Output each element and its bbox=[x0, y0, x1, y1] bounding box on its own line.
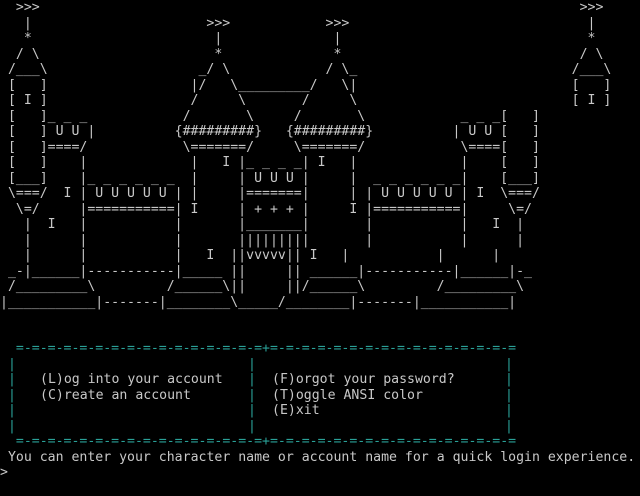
command-prompt[interactable]: > bbox=[0, 465, 640, 481]
menu-key-login: L bbox=[47, 372, 56, 387]
menu-row-1: | (L)og into your account | (F)orgot you… bbox=[0, 372, 640, 388]
art-line: | I | | |_______| | | I | bbox=[0, 217, 525, 232]
art-line: [___] |_ _ _ _ _ _ | | U U U | | _ _ _ _… bbox=[0, 170, 540, 186]
menu-key-forgot: F bbox=[279, 372, 288, 387]
terminal-screen: >>> >>> | >>> >>> | * | | * / \ * * / \ … bbox=[0, 0, 640, 493]
menu-center-border: | bbox=[248, 418, 256, 434]
login-hint-text: You can enter your character name or acc… bbox=[7, 449, 636, 465]
menu-right-border: | bbox=[505, 418, 513, 434]
menu-key-exit: E bbox=[279, 403, 288, 418]
menu-blank-row: | | | bbox=[0, 357, 640, 373]
art-line: [ ] |/ \_________/ \| [ ] bbox=[0, 77, 612, 93]
menu-right-border: | bbox=[505, 356, 513, 372]
menu-row-2: | (C)reate an account | (T)oggle ANSI co… bbox=[0, 388, 640, 404]
menu-key-create: C bbox=[47, 387, 56, 403]
menu-key-toggle: T bbox=[279, 387, 288, 403]
art-line: | | | I ||vvvvv|| I | | | bbox=[0, 248, 501, 263]
menu-left-border: | bbox=[8, 372, 16, 387]
menu-top-rule: =-=-=-=-=-=-=-=-=-=-=-=-=-=-=-=+=-=-=-=-… bbox=[0, 341, 640, 357]
menu-center-border: | bbox=[248, 356, 256, 372]
menu-right-border: | bbox=[505, 403, 513, 418]
menu-item-create-account[interactable]: (C)reate an account bbox=[40, 388, 191, 404]
art-line: [ ]_ _ _ / \ / \ _ _ _[ ] bbox=[0, 108, 540, 124]
login-hint: You can enter your character name or acc… bbox=[0, 450, 640, 466]
art-line: |___________|-------|________\_____/____… bbox=[0, 294, 517, 310]
menu-rule-text: =-=-=-=-=-=-=-=-=-=-=-=-=-=-=-=+=-=-=-=-… bbox=[15, 341, 517, 356]
menu-label-create: reate an account bbox=[63, 387, 191, 403]
menu-right-border: | bbox=[505, 387, 513, 403]
menu-center-border: | bbox=[248, 403, 256, 418]
menu-item-forgot-password[interactable]: (F)orgot your password? bbox=[272, 372, 455, 388]
menu-row-3: | | (E)xit | bbox=[0, 403, 640, 419]
art-line: >>> >>> bbox=[0, 0, 604, 15]
art-line: \=/ |===========| I | + + + | I |=======… bbox=[0, 201, 532, 217]
menu-left-border: | bbox=[8, 418, 16, 434]
menu-label-forgot: orgot your password? bbox=[295, 372, 455, 387]
menu-left-border: | bbox=[8, 356, 16, 372]
art-line: | >>> >>> | bbox=[0, 15, 596, 31]
art-line: * | | * bbox=[0, 31, 596, 46]
menu-label-toggle: oggle ANSI color bbox=[295, 387, 423, 403]
art-line: | | | ||||||||| | | | bbox=[0, 232, 525, 248]
art-line: / \ * * / \ bbox=[0, 46, 604, 62]
menu-blank-row: | | | bbox=[0, 419, 640, 435]
menu-left-border: | bbox=[8, 403, 16, 418]
art-line: [ ] | | I |_ _ _ _| I | | [ ] bbox=[0, 155, 540, 170]
menu-item-toggle-ansi[interactable]: (T)oggle ANSI color bbox=[272, 388, 423, 404]
menu-left-border: | bbox=[8, 387, 16, 403]
art-line: /_________\ /______\|| ||/______\ /_____… bbox=[0, 279, 525, 294]
menu-bottom-rule: =-=-=-=-=-=-=-=-=-=-=-=-=-=-=-=+=-=-=-=-… bbox=[0, 434, 640, 450]
menu-item-login[interactable]: (L)og into your account bbox=[40, 372, 223, 388]
menu-label-exit: xit bbox=[295, 403, 320, 418]
art-line: [ ]====/ \=======/ \=======/ \====[ ] bbox=[0, 139, 540, 155]
menu-item-exit[interactable]: (E)xit bbox=[272, 403, 320, 419]
menu-label-login: og into your account bbox=[63, 372, 223, 387]
art-line: _-|______|-----------|_____ || || ______… bbox=[0, 263, 532, 279]
art-line: \===/ I | U U U U U | | |=======| | | U … bbox=[0, 186, 540, 201]
menu-rule-text: =-=-=-=-=-=-=-=-=-=-=-=-=-=-=-=+=-=-=-=-… bbox=[15, 434, 517, 449]
menu-right-border: | bbox=[505, 372, 513, 387]
art-line: /___\ _/ \ / \_ /___\ bbox=[0, 62, 612, 77]
menu-center-border: | bbox=[248, 372, 256, 387]
art-line: [ ] U U | {#########} {#########} | U U … bbox=[0, 124, 540, 139]
art-line: [ I ] / \ / \ [ I ] bbox=[0, 93, 612, 108]
menu-center-border: | bbox=[248, 387, 256, 403]
